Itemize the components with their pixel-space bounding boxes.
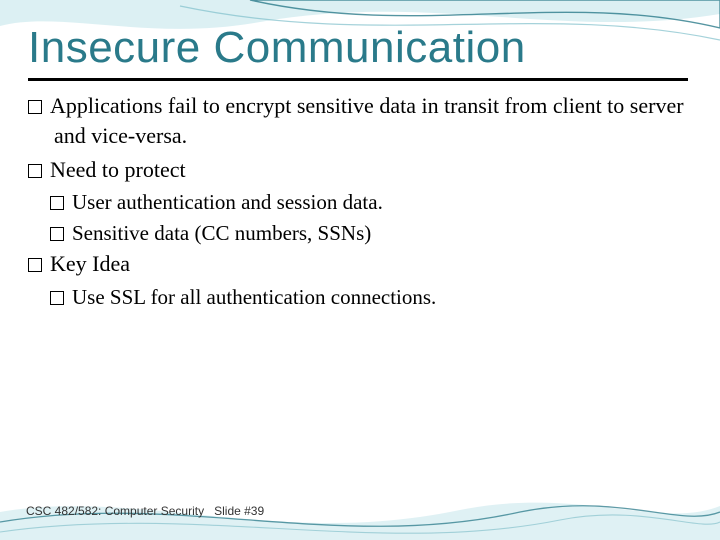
title-underline bbox=[28, 78, 688, 81]
slide-title: Insecure Communication bbox=[28, 24, 692, 72]
bullet-text: Key Idea bbox=[50, 251, 130, 276]
bullet-level2: User authentication and session data. bbox=[50, 188, 692, 216]
bullet-level2: Use SSL for all authentication connectio… bbox=[50, 283, 692, 311]
square-bullet-icon bbox=[50, 227, 64, 241]
bullet-level2: Sensitive data (CC numbers, SSNs) bbox=[50, 219, 692, 247]
footer-course: CSC 482/582: Computer Security bbox=[26, 504, 204, 518]
bullet-text: Applications fail to encrypt sensitive d… bbox=[50, 93, 684, 148]
slide-footer: CSC 482/582: Computer Security Slide #39 bbox=[26, 504, 264, 518]
footer-slide-number: Slide #39 bbox=[214, 504, 264, 518]
square-bullet-icon bbox=[28, 258, 42, 272]
bullet-text: Need to protect bbox=[50, 157, 186, 182]
slide-body: Applications fail to encrypt sensitive d… bbox=[28, 91, 692, 311]
square-bullet-icon bbox=[28, 100, 42, 114]
bullet-level1: Applications fail to encrypt sensitive d… bbox=[28, 91, 692, 150]
square-bullet-icon bbox=[28, 164, 42, 178]
bullet-level1: Need to protect bbox=[28, 155, 692, 185]
bullet-text: Use SSL for all authentication connectio… bbox=[72, 285, 436, 309]
bullet-text: Sensitive data (CC numbers, SSNs) bbox=[72, 221, 371, 245]
square-bullet-icon bbox=[50, 196, 64, 210]
bullet-level1: Key Idea bbox=[28, 249, 692, 279]
square-bullet-icon bbox=[50, 291, 64, 305]
bullet-text: User authentication and session data. bbox=[72, 190, 383, 214]
